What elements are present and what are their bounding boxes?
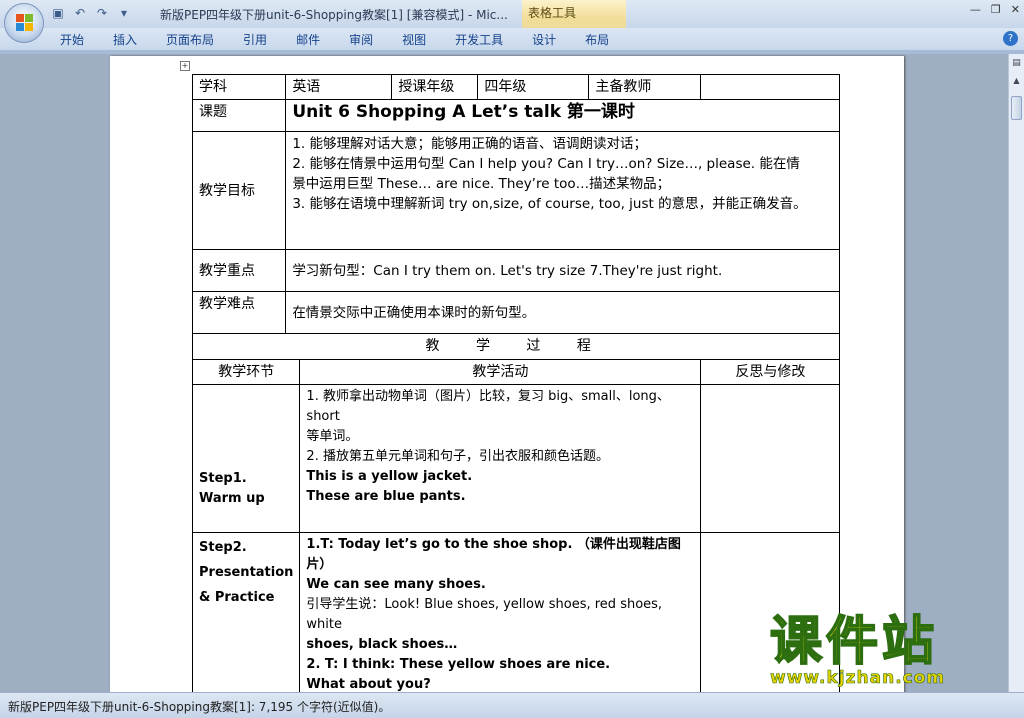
watermark-logo-text: 课件站 [769,611,939,673]
header-stage: 教学环节 [191,359,301,385]
header-reflection: 反思与修改 [700,359,841,385]
activity-line: These are blue pants. [306,489,466,504]
activity-line: 1. 教师拿出动物单词（图片）比较，复习 big、small、long、shor… [306,389,670,424]
activity-line: We can see many shoes. [306,577,486,592]
activity-line: 等单词。 [306,429,359,444]
header-activity: 教学活动 [299,359,702,385]
title-bar: ▣ ↶ ↷ ▾ 新版PEP四年级下册unit-6-Shopping教案[1] [… [0,0,1024,46]
status-bar: 新版PEP四年级下册unit-6-Shopping教案[1]: 7,195 个字… [0,692,1024,718]
tab-review[interactable]: 审阅 [349,31,373,48]
topic-label: 课题 [191,99,287,132]
grade-label: 授课年级 [391,74,479,100]
step2-subtitle-2: & Practice [199,590,275,605]
scroll-up-icon[interactable]: ▲ [1011,76,1022,88]
vertical-scrollbar[interactable]: ▤ ▲ [1008,54,1024,692]
tab-home[interactable]: 开始 [60,31,84,48]
activity-line: What about you? [306,677,431,692]
activity-line: 2. 播放第五单元单词和句子，引出衣服和颜色话题。 [306,449,609,464]
step2-activity[interactable]: 1.T: Today let’s go to the shoe shop. （课… [299,532,702,692]
difficult-points-value[interactable]: 在情景交际中正确使用本课时的新句型。 [285,291,841,334]
goal-line: 3. 能够在语境中理解新词 try on,size, of course, to… [292,196,807,212]
quick-access-toolbar: ▣ ↶ ↷ ▾ [50,5,132,21]
undo-icon[interactable]: ↶ [72,5,88,21]
word-window: ▣ ↶ ↷ ▾ 新版PEP四年级下册unit-6-Shopping教案[1] [… [0,0,1024,718]
tab-insert[interactable]: 插入 [113,31,137,48]
ribbon-tabs: 开始 插入 页面布局 引用 邮件 审阅 视图 开发工具 设计 布局 ? [0,28,1024,50]
teacher-label: 主备教师 [588,74,702,100]
step1-activity[interactable]: 1. 教师拿出动物单词（图片）比较，复习 big、small、long、shor… [299,384,702,533]
redo-icon[interactable]: ↷ [94,5,110,21]
activity-line: 2. T: I think: These yellow shoes are ni… [306,657,611,672]
goals-label: 教学目标 [191,131,287,250]
goal-line: 2. 能够在情景中运用句型 Can I help you? Can I try…… [292,156,800,172]
tab-layout[interactable]: 布局 [585,31,609,48]
step1-reflection[interactable] [700,384,841,533]
office-button[interactable] [4,3,44,43]
key-points-value[interactable]: 学习新句型：Can I try them on. Let's try size … [285,249,841,292]
save-icon[interactable]: ▣ [50,5,66,21]
help-icon[interactable]: ? [1003,31,1018,46]
step1-title: Step1. [199,471,247,486]
step2-name[interactable]: Step2. Presentation & Practice [191,532,301,692]
customize-dropdown-icon[interactable]: ▾ [116,5,132,21]
window-controls: — ❐ ✕ [970,3,1020,16]
scroll-thumb[interactable] [1011,96,1022,120]
goal-line: 1. 能够理解对话大意；能够用正确的语音、语调朗读对话； [292,136,647,152]
close-icon[interactable]: ✕ [1011,3,1020,16]
tab-page-layout[interactable]: 页面布局 [166,31,214,48]
goal-line: 景中运用巨型 These… are nice. They’re too…描述某物… [292,176,671,192]
tab-design[interactable]: 设计 [532,31,556,48]
activity-line: This is a yellow jacket. [306,469,473,484]
step1-subtitle: Warm up [199,491,265,506]
topic-value[interactable]: Unit 6 Shopping A Let’s talk 第一课时 [285,99,841,132]
step1-name[interactable]: Step1. Warm up [191,384,301,533]
teacher-value[interactable] [700,74,841,100]
word-count-status[interactable]: 新版PEP四年级下册unit-6-Shopping教案[1]: 7,195 个字… [8,698,390,715]
watermark: 课件站 www.kjzhan.com [769,611,1010,692]
watermark-url: www.kjzhan.com [770,668,946,689]
office-logo-icon [16,14,34,32]
view-ruler-icon[interactable]: ▤ [1011,58,1022,70]
step2-subtitle: Presentation [199,565,294,580]
activity-line: 1.T: Today let’s go to the shoe shop. （课… [306,537,681,572]
tab-mailings[interactable]: 邮件 [296,31,320,48]
table-move-handle-icon[interactable]: + [180,61,190,71]
process-heading: 教 学 过 程 [191,333,841,360]
step2-title: Step2. [199,540,247,555]
activity-line: shoes, black shoes… [306,637,458,652]
table-tools-label: 表格工具 [528,6,577,20]
grade-value[interactable]: 四年级 [477,74,590,100]
difficult-points-label: 教学难点 [191,291,287,334]
subject-value[interactable]: 英语 [285,74,393,100]
document-area: + 学科 英语 授课年级 四年级 主备教师 课题 Unit 6 Shopping… [0,54,1008,692]
goals-value[interactable]: 1. 能够理解对话大意；能够用正确的语音、语调朗读对话； 2. 能够在情景中运用… [285,131,841,250]
subject-label: 学科 [191,74,287,100]
minimize-icon[interactable]: — [970,3,981,16]
tab-developer[interactable]: 开发工具 [455,31,503,48]
lesson-plan-table[interactable]: 学科 英语 授课年级 四年级 主备教师 课题 Unit 6 Shopping A… [191,74,841,692]
tab-view[interactable]: 视图 [402,31,426,48]
restore-icon[interactable]: ❐ [991,3,1001,16]
activity-line: 引导学生说：Look! Blue shoes, yellow shoes, re… [306,597,663,632]
tab-references[interactable]: 引用 [243,31,267,48]
key-points-label: 教学重点 [191,249,287,292]
window-title: 新版PEP四年级下册unit-6-Shopping教案[1] [兼容模式] - … [160,8,508,22]
